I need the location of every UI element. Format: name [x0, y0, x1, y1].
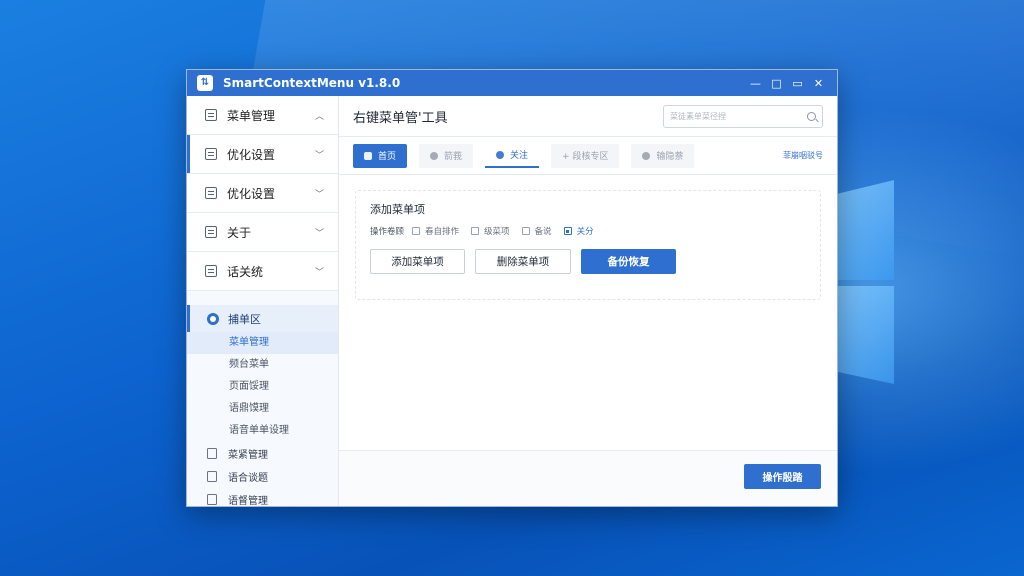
sidebar-group-optimize-settings[interactable]: 优化设置 ﹀ — [187, 135, 338, 174]
search-box[interactable] — [663, 104, 823, 128]
options-row: 操作卷顾 春自排作 级菜项 备说 关分 — [370, 225, 806, 237]
close-button[interactable]: ✕ — [808, 70, 829, 96]
sidebar-group-voice-system[interactable]: 话关统 ﹀ — [187, 252, 338, 291]
search-input[interactable] — [670, 111, 807, 121]
search-icon[interactable] — [807, 111, 816, 121]
document-icon — [207, 494, 217, 505]
sidebar-item-label: 语合谈题 — [228, 473, 268, 484]
sidebar-group-menu-management[interactable]: 菜单管理 ︿ — [187, 96, 338, 135]
tab-label: 首页 — [378, 152, 397, 162]
option-label: 春自排作 — [425, 227, 460, 237]
tab-follow[interactable]: 关注 — [485, 144, 540, 168]
title-bar[interactable]: ⇅ SmartContextMenu v1.8.0 — □ ▭ ✕ — [187, 70, 837, 96]
tab-home[interactable]: 首页 — [353, 143, 408, 168]
add-menu-item-button[interactable]: 添加菜单项 — [370, 249, 465, 274]
sidebar-group-label: 话关统 — [227, 264, 264, 279]
option-label: 级菜项 — [484, 227, 510, 237]
sidebar-item[interactable]: 语合谈题 — [187, 465, 338, 488]
main-header: 右键菜单管'工具 — [339, 96, 837, 137]
window-body: 菜单管理 ︿ 优化设置 ﹀ 优化设置 ﹀ 关于 ﹀ 话关统 ﹀ 捕单区 菜单管理… — [187, 96, 837, 507]
sidebar-item-label: 语督管理 — [228, 496, 268, 507]
list-icon — [205, 187, 217, 199]
chevron-down-icon: ﹀ — [314, 267, 324, 278]
document-icon — [207, 448, 217, 459]
tab-label: 关注 — [510, 151, 529, 161]
check-circle-icon — [496, 150, 505, 159]
checkbox-checked[interactable] — [563, 227, 572, 235]
sidebar-subitem[interactable]: 语音单单设理 — [187, 420, 338, 442]
option-checkbox-1[interactable]: 春自排作 — [412, 225, 459, 237]
sidebar-subitem[interactable]: 页面馁理 — [187, 376, 338, 398]
option-label: 关分 — [576, 227, 594, 237]
tab-4[interactable]: + 段核专区 — [551, 143, 620, 168]
delete-menu-item-button[interactable]: 删除菜单项 — [475, 249, 571, 274]
backup-restore-button[interactable]: 备份恢复 — [581, 249, 676, 274]
card-title: 添加菜单项 — [370, 203, 425, 216]
sidebar-section-capture[interactable]: 捕单区 — [187, 305, 338, 332]
sidebar-group-about[interactable]: 关于 ﹀ — [187, 213, 338, 252]
tab-5[interactable]: 输隐萘 — [631, 143, 695, 168]
chevron-down-icon: ﹀ — [314, 189, 324, 200]
voice-icon — [205, 265, 217, 277]
chevron-up-icon: ︿ — [314, 111, 324, 122]
sidebar-subitem[interactable]: 语鼎馍理 — [187, 398, 338, 420]
tab-bar-link[interactable]: 菲崩咽驳号 — [783, 150, 823, 161]
footer-bar: 操作殷踏 — [339, 450, 837, 506]
database-icon — [642, 151, 651, 160]
chevron-down-icon: ﹀ — [314, 150, 324, 161]
tab-label: 箭莪 — [444, 152, 463, 162]
sidebar-subitem[interactable]: 频台菜单 — [187, 354, 338, 376]
card-buttons: 添加菜单项 删除菜单项 备份恢复 — [370, 249, 806, 274]
tab-label: 输隐萘 — [656, 152, 684, 162]
tab-bar: 首页 箭莪 关注 + 段核专区 输隐萘 菲崩咽驳号 — [339, 137, 837, 175]
restore-button[interactable]: ▭ — [787, 70, 808, 96]
info-icon — [205, 226, 217, 238]
sidebar-item[interactable]: 语督管理 — [187, 488, 338, 511]
sidebar-subitem[interactable]: 菜单管理 — [187, 332, 338, 354]
footer-action-button[interactable]: 操作殷踏 — [744, 464, 821, 489]
sidebar-group-label: 菜单管理 — [227, 108, 276, 123]
tab-2[interactable]: 箭莪 — [419, 143, 474, 168]
chevron-down-icon: ﹀ — [314, 228, 324, 239]
sidebar-group-label: 优化设置 — [227, 147, 276, 162]
option-checkbox-4[interactable]: 关分 — [563, 225, 594, 237]
sidebar-group-label: 关于 — [227, 225, 252, 240]
page-title: 右键菜单管'工具 — [353, 110, 448, 126]
app-window: ⇅ SmartContextMenu v1.8.0 — □ ▭ ✕ 菜单管理 ︿… — [186, 69, 838, 507]
tab-icon — [430, 151, 439, 160]
main-panel: 右键菜单管'工具 首页 箭莪 关注 — [339, 96, 837, 506]
minimize-button[interactable]: — — [745, 70, 766, 96]
app-icon: ⇅ — [197, 75, 213, 91]
add-menu-card: 添加菜单项 操作卷顾 春自排作 级菜项 备说 关分 添加菜单项 删除菜单项 备份… — [355, 190, 821, 300]
document-icon — [207, 471, 217, 482]
capture-icon — [207, 312, 219, 325]
maximize-button[interactable]: □ — [766, 70, 787, 96]
option-checkbox-2[interactable]: 级菜项 — [471, 225, 510, 237]
sidebar-item-label: 菜紧管理 — [228, 450, 268, 461]
checkbox[interactable] — [471, 227, 480, 235]
sidebar-section-label: 捕单区 — [228, 312, 261, 326]
home-icon — [364, 151, 372, 160]
sidebar-item[interactable]: 菜紧管理 — [187, 442, 338, 465]
menu-icon — [205, 109, 217, 121]
sidebar-group-optimize-settings-2[interactable]: 优化设置 ﹀ — [187, 174, 338, 213]
sidebar: 菜单管理 ︿ 优化设置 ﹀ 优化设置 ﹀ 关于 ﹀ 话关统 ﹀ 捕单区 菜单管理… — [187, 96, 339, 507]
option-checkbox-3[interactable]: 备说 — [521, 225, 552, 237]
checkbox[interactable] — [412, 227, 421, 235]
settings-doc-icon — [205, 148, 217, 160]
options-label: 操作卷顾 — [370, 227, 405, 237]
sidebar-group-label: 优化设置 — [227, 186, 276, 201]
option-label: 备说 — [534, 227, 552, 237]
checkbox[interactable] — [521, 227, 530, 235]
window-title: SmartContextMenu v1.8.0 — [223, 76, 401, 90]
tab-label: + 段核专区 — [562, 152, 609, 162]
